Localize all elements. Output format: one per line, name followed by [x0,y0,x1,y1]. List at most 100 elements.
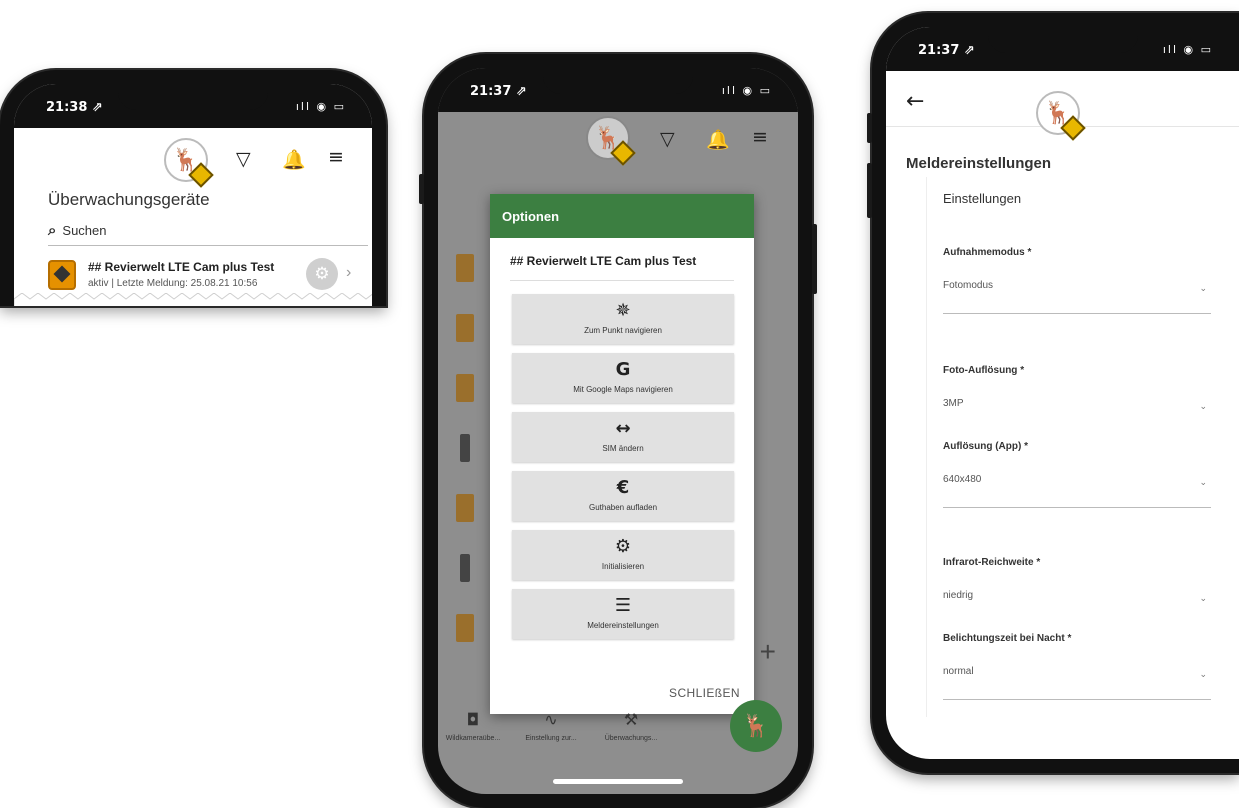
field-label: Foto-Auflösung * [943,365,1025,376]
close-button[interactable]: SCHLIEßEN [669,686,740,700]
night-exposure-select[interactable]: Belichtungszeit bei Nacht * normal ⌄ [943,633,1211,700]
list-item [456,494,474,522]
field-label: Infrarot-Reichweite * [943,557,1041,568]
deer-fab-button[interactable]: 🦌 [730,700,782,752]
field-value: Fotomodus [943,280,994,291]
page-title: Überwachungsgeräte [48,190,210,209]
side-button [812,224,817,294]
bell-icon[interactable]: 🔔 [706,128,730,151]
search-icon: ⌕ [48,222,57,239]
camera-icon: ◘ [466,710,480,729]
status-time: 21:38 ⇗ [46,100,103,115]
google-icon: G [615,359,631,380]
list-item[interactable]: ## Revierwelt LTE Cam plus Test aktiv | … [48,256,372,296]
list-item [460,434,470,462]
field-label: Belichtungszeit bei Nacht * [943,633,1072,644]
device-status: aktiv | Letzte Meldung: 25.08.21 10:56 [88,278,258,289]
list-item [456,254,474,282]
search-placeholder: Suchen [62,223,107,238]
side-button [867,163,872,218]
app-bar: 🦌 ▽ 🔔 ≡ [438,112,798,168]
status-icons: ıll ◉ ▭ [1162,43,1213,56]
menu-icon[interactable]: ≡ [752,126,768,148]
option-label: Meldereinstellungen [587,621,659,630]
app-logo: 🦌 [586,116,636,166]
option-label: Zum Punkt navigieren [584,326,662,335]
home-indicator [553,779,683,784]
options-dialog: Optionen ## Revierwelt LTE Cam plus Test… [490,194,754,714]
add-icon[interactable]: + [760,636,776,668]
option-navigate-to-point-button[interactable]: ✵ Zum Punkt navigieren [512,294,734,344]
list-item [456,374,474,402]
option-label: SIM ändern [602,444,644,453]
torn-edge [14,293,372,306]
gear-icon: ⚙ [614,536,632,557]
option-top-up-button[interactable]: € Guthaben aufladen [512,471,734,521]
status-time: 21:37 ⇗ [470,84,527,99]
chevron-down-icon: ⌄ [1199,593,1207,603]
option-label: Guthaben aufladen [588,503,658,512]
field-label: Auflösung (App) * [943,441,1028,452]
device-list-screen: 21:38 ⇗ ıll ◉ ▭ 🦌 ▽ 🔔 ≡ Überwachungsgerä… [14,84,372,306]
field-value: 640x480 [943,474,982,485]
side-button [867,113,872,143]
list-item [460,554,470,582]
list-item [456,614,474,642]
app-resolution-select[interactable]: Auflösung (App) * 640x480 ⌄ [943,441,1211,508]
field-value: 3MP [943,398,964,409]
options-screen: 21:37 ⇗ ıll ◉ ▭ 🦌 ▽ 🔔 ≡ Optionen ## Revi… [438,68,798,794]
chevron-down-icon: ⌄ [1199,401,1207,411]
option-label: Mit Google Maps navigieren [573,385,673,394]
photo-resolution-select[interactable]: Foto-Auflösung * 3MP ⌄ [943,365,1211,411]
sliders-icon: ☰ [614,595,632,616]
waveform-icon: ∿ [544,710,558,729]
field-value: normal [943,666,974,677]
lock-badge-icon [188,162,214,188]
nav-item-camera-overview[interactable]: ◘ Wildkameraübe... [438,710,508,742]
menu-icon[interactable]: ≡ [328,146,344,168]
option-initialize-button[interactable]: ⚙ Initialisieren [512,530,734,580]
dialog-title: Optionen [490,194,754,238]
option-label: Initialisieren [601,562,645,571]
list-item [456,314,474,342]
crosshair-icon: ✵ [615,300,631,321]
divider [943,507,1211,508]
section-title: Einstellungen [943,191,1022,206]
nav-label: Einstellung zur... [525,735,577,742]
recording-mode-select[interactable]: Aufnahmemodus * Fotomodus ⌄ [943,247,1211,314]
device-name: ## Revierwelt LTE Cam plus Test [88,260,275,274]
chevron-right-icon[interactable]: › [346,264,351,282]
chevron-down-icon: ⌄ [1199,669,1207,679]
reporter-settings-screen: 21:37 ⇗ ıll ◉ ▭ ← 🦌 Meldereinstellungen … [886,27,1239,759]
filter-icon[interactable]: ▽ [236,148,251,170]
back-arrow-icon[interactable]: ← [906,89,924,114]
phone-mockup-options-dialog: 21:37 ⇗ ıll ◉ ▭ 🦌 ▽ 🔔 ≡ Optionen ## Revi… [419,54,817,808]
filter-icon[interactable]: ▽ [660,128,675,150]
option-change-sim-button[interactable]: ↔ SIM ändern [512,412,734,462]
nav-item-monitoring[interactable]: ⚒ Überwachungs... [596,710,666,742]
divider [943,699,1211,700]
swap-arrows-icon: ↔ [615,418,631,439]
side-button [419,174,424,204]
nav-label: Wildkameraübe... [445,735,501,742]
app-logo: 🦌 [1036,91,1086,141]
field-value: niedrig [943,590,974,601]
chevron-down-icon: ⌄ [1199,477,1207,487]
lock-badge-icon [610,140,636,166]
infrared-range-select[interactable]: Infrarot-Reichweite * niedrig ⌄ [943,557,1211,603]
search-input[interactable]: ⌕ Suchen [48,222,368,246]
option-reporter-settings-button[interactable]: ☰ Meldereinstellungen [512,589,734,639]
notch [543,68,693,94]
status-time: 21:37 ⇗ [918,43,975,58]
settings-gear-button[interactable]: ⚙ [306,258,338,290]
euro-icon: € [616,477,630,498]
nav-label: Überwachungs... [604,735,658,742]
status-icons: ıll ◉ ▭ [721,84,772,97]
option-google-maps-button[interactable]: G Mit Google Maps navigieren [512,353,734,403]
dialog-device-name: ## Revierwelt LTE Cam plus Test [510,254,734,281]
nav-item-settings[interactable]: ∿ Einstellung zur... [516,710,586,742]
bell-icon[interactable]: 🔔 [282,148,306,171]
notch [118,84,268,110]
camera-device-icon [48,260,76,290]
status-icons: ıll ◉ ▭ [295,100,346,113]
